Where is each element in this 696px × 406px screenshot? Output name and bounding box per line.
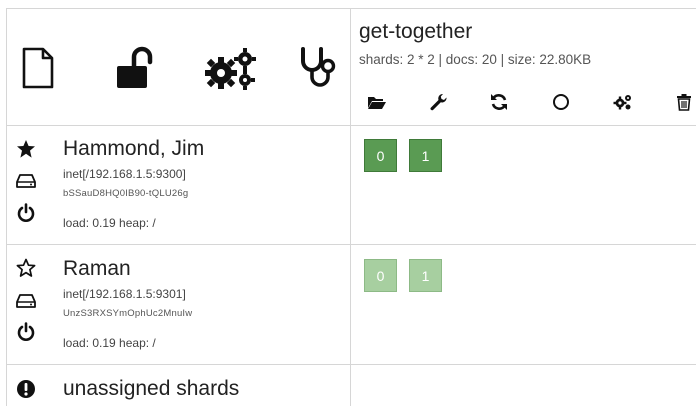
trash-icon[interactable] — [674, 92, 694, 112]
hard-drive-icon — [15, 170, 37, 192]
wrench-icon[interactable] — [428, 92, 448, 112]
grid-divider — [6, 125, 696, 126]
gears-icon[interactable] — [200, 44, 260, 92]
grid-border-top — [6, 8, 696, 9]
grid-divider — [6, 364, 696, 365]
node-name[interactable]: Raman — [63, 257, 131, 281]
refresh-icon[interactable] — [489, 92, 509, 112]
unlock-icon[interactable] — [112, 44, 156, 92]
node-address: inet[/192.168.1.5:9301] — [63, 287, 186, 301]
node-address: inet[/192.168.1.5:9300] — [63, 167, 186, 181]
folder-open-icon[interactable] — [367, 92, 387, 112]
index-stats: shards: 2 * 2 | docs: 20 | size: 22.80KB — [359, 52, 592, 67]
star-filled-icon — [15, 138, 37, 160]
index-name[interactable]: get-together — [359, 20, 472, 44]
cluster-overview-grid: get-together shards: 2 * 2 | docs: 20 | … — [0, 0, 696, 406]
exclamation-circle-icon — [15, 378, 37, 400]
hard-drive-icon — [15, 290, 37, 312]
star-outline-icon — [15, 257, 37, 279]
grid-border-left — [6, 8, 7, 406]
shard-replica[interactable]: 0 — [364, 259, 397, 292]
node-name[interactable]: Hammond, Jim — [63, 137, 204, 161]
grid-column-divider — [350, 8, 351, 406]
node-load: load: 0.19 heap: / — [63, 336, 156, 350]
unassigned-shards-label: unassigned shards — [63, 377, 240, 400]
power-icon[interactable] — [15, 321, 37, 343]
shard-primary[interactable]: 0 — [364, 139, 397, 172]
grid-divider — [6, 244, 696, 245]
node-id: UnzS3RXSYmOphUc2MnuIw — [63, 308, 193, 319]
stethoscope-icon[interactable] — [296, 44, 340, 92]
power-icon[interactable] — [15, 202, 37, 224]
circle-icon[interactable] — [551, 92, 571, 112]
node-load: load: 0.19 heap: / — [63, 216, 156, 230]
node-id: bSSauD8HQ0IB90-tQLU26g — [63, 188, 189, 199]
document-icon[interactable] — [18, 44, 58, 92]
gears-icon[interactable] — [613, 92, 633, 112]
shard-primary[interactable]: 1 — [409, 139, 442, 172]
shard-replica[interactable]: 1 — [409, 259, 442, 292]
